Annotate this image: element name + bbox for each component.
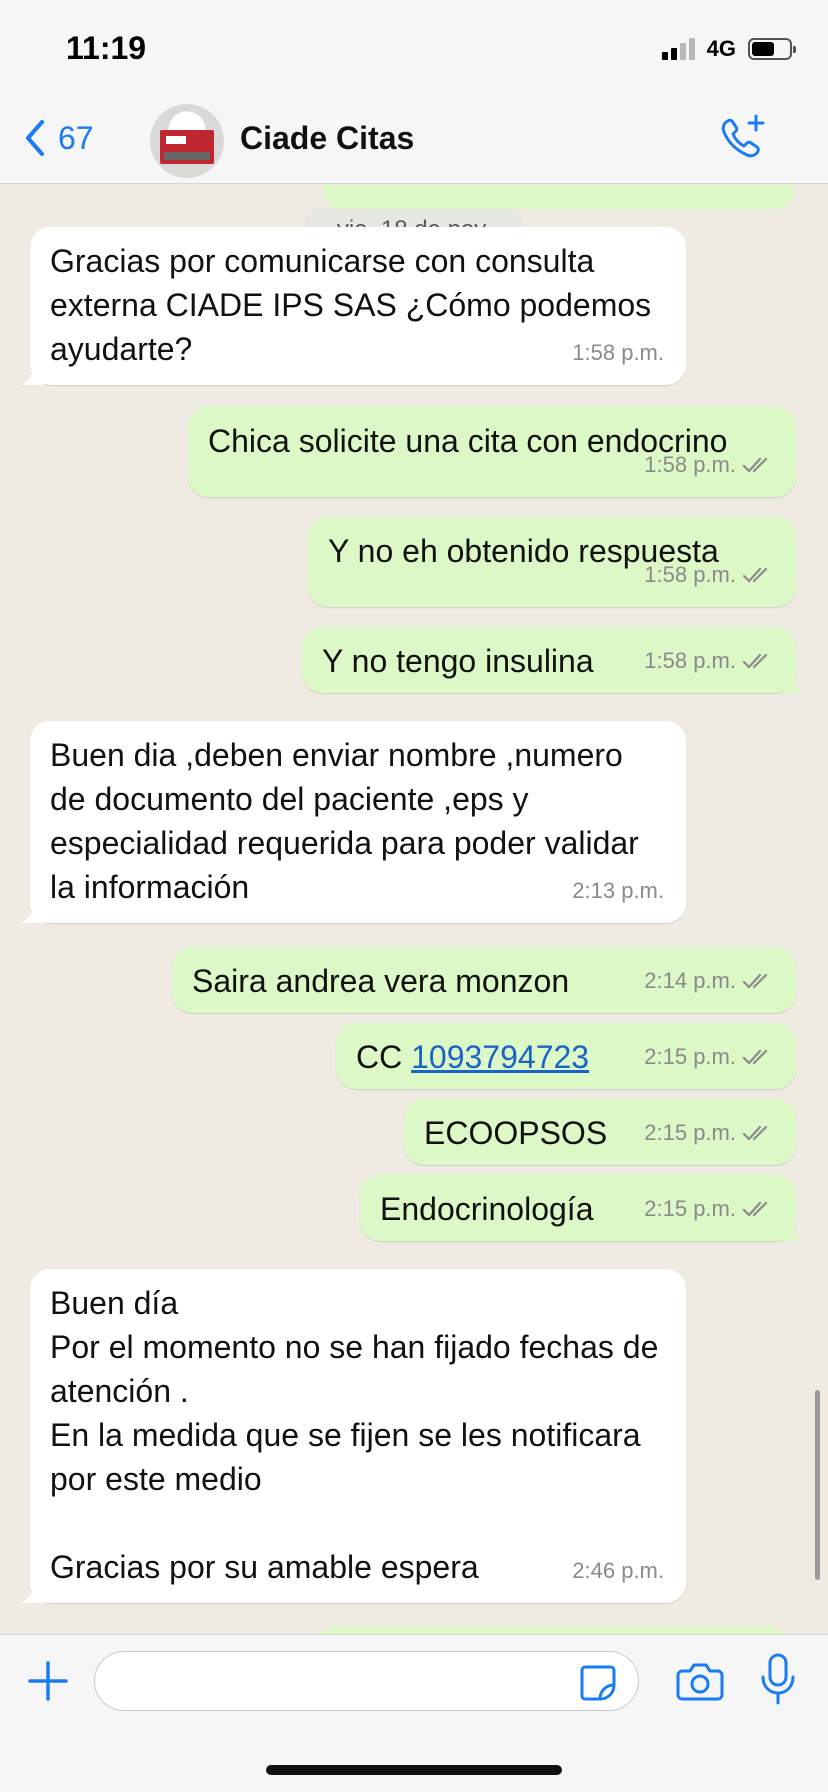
phone-plus-icon[interactable] — [716, 112, 768, 164]
message-time: 2:15 p.m. — [644, 1196, 736, 1221]
message-time: 2:13 p.m. — [572, 878, 664, 903]
chat-area[interactable]: vie, 18 de nov. Gracias por comunicarse … — [0, 185, 828, 1635]
double-check-icon — [742, 457, 768, 473]
message-line: Por el momento no se han fijado fechas d… — [50, 1329, 659, 1409]
message-outgoing[interactable]: Y no tengo insulina 1:58 p.m. — [302, 627, 806, 693]
message-outgoing[interactable]: Chica solicite una cita con endocrino 1:… — [188, 407, 796, 497]
double-check-icon — [742, 1049, 768, 1065]
message-outgoing[interactable]: CC 1093794723 2:15 p.m. — [336, 1023, 796, 1089]
message-line: Buen día — [50, 1285, 179, 1321]
message-input[interactable] — [94, 1651, 639, 1711]
cc-prefix: CC — [356, 1039, 412, 1075]
double-check-icon — [742, 567, 768, 583]
message-line: En la medida que se fijen se les notific… — [50, 1417, 641, 1497]
back-button[interactable]: 67 — [22, 118, 94, 158]
status-time: 11:19 — [66, 30, 147, 66]
composer-bar — [0, 1634, 828, 1792]
message-time: 2:46 p.m. — [572, 1558, 664, 1583]
chevron-left-icon — [26, 120, 44, 156]
double-check-icon — [742, 973, 768, 989]
message-time: 2:14 p.m. — [644, 968, 736, 993]
double-check-icon — [742, 1201, 768, 1217]
message-outgoing[interactable]: Saira andrea vera monzon 2:14 p.m. — [172, 947, 796, 1013]
message-incoming[interactable]: Buen dia ,deben enviar nombre ,numero de… — [20, 721, 686, 923]
avatar[interactable] — [150, 104, 224, 178]
bubble-tail — [782, 1219, 806, 1241]
status-indicators: 4G — [661, 36, 796, 62]
bubble-tail — [20, 363, 44, 385]
microphone-icon[interactable] — [758, 1653, 798, 1707]
message-incoming[interactable]: Buen día Por el momento no se han fijado… — [20, 1269, 686, 1603]
plus-icon[interactable] — [26, 1659, 70, 1703]
message-time: 1:58 p.m. — [644, 562, 736, 587]
chat-header: 67 Ciade Citas — [0, 100, 828, 184]
message-time: 1:58 p.m. — [644, 648, 736, 673]
phone-link[interactable]: 1093794723 — [411, 1039, 589, 1075]
home-indicator — [266, 1765, 562, 1775]
message-outgoing[interactable]: ECOOPSOS 2:15 p.m. — [404, 1099, 796, 1165]
scrollbar[interactable] — [815, 1390, 820, 1580]
message-outgoing[interactable]: Y no eh obtenido respuesta 1:58 p.m. — [308, 517, 796, 607]
message-time: 2:15 p.m. — [644, 1044, 736, 1069]
bubble-tail — [20, 901, 44, 923]
bubble-tail — [782, 671, 806, 693]
battery-icon — [748, 38, 796, 60]
network-label: 4G — [706, 36, 736, 61]
camera-icon[interactable] — [676, 1659, 724, 1703]
message-line — [50, 1501, 666, 1545]
message-time: 2:15 p.m. — [644, 1120, 736, 1145]
message-outgoing[interactable]: Endocrinología 2:15 p.m. — [360, 1175, 806, 1241]
double-check-icon — [742, 1125, 768, 1141]
signal-icon — [661, 38, 695, 60]
double-check-icon — [742, 653, 768, 669]
unread-count: 67 — [58, 119, 94, 156]
message-time: 1:58 p.m. — [644, 452, 736, 477]
message-incoming[interactable]: Gracias por comunicarse con consulta ext… — [20, 227, 686, 385]
contact-name[interactable]: Ciade Citas — [240, 120, 414, 157]
partial-message-top — [324, 185, 794, 209]
bubble-tail — [20, 1581, 44, 1603]
status-bar: 11:19 4G — [0, 0, 828, 100]
message-time: 1:58 p.m. — [572, 340, 664, 365]
sticker-icon[interactable] — [578, 1663, 618, 1703]
